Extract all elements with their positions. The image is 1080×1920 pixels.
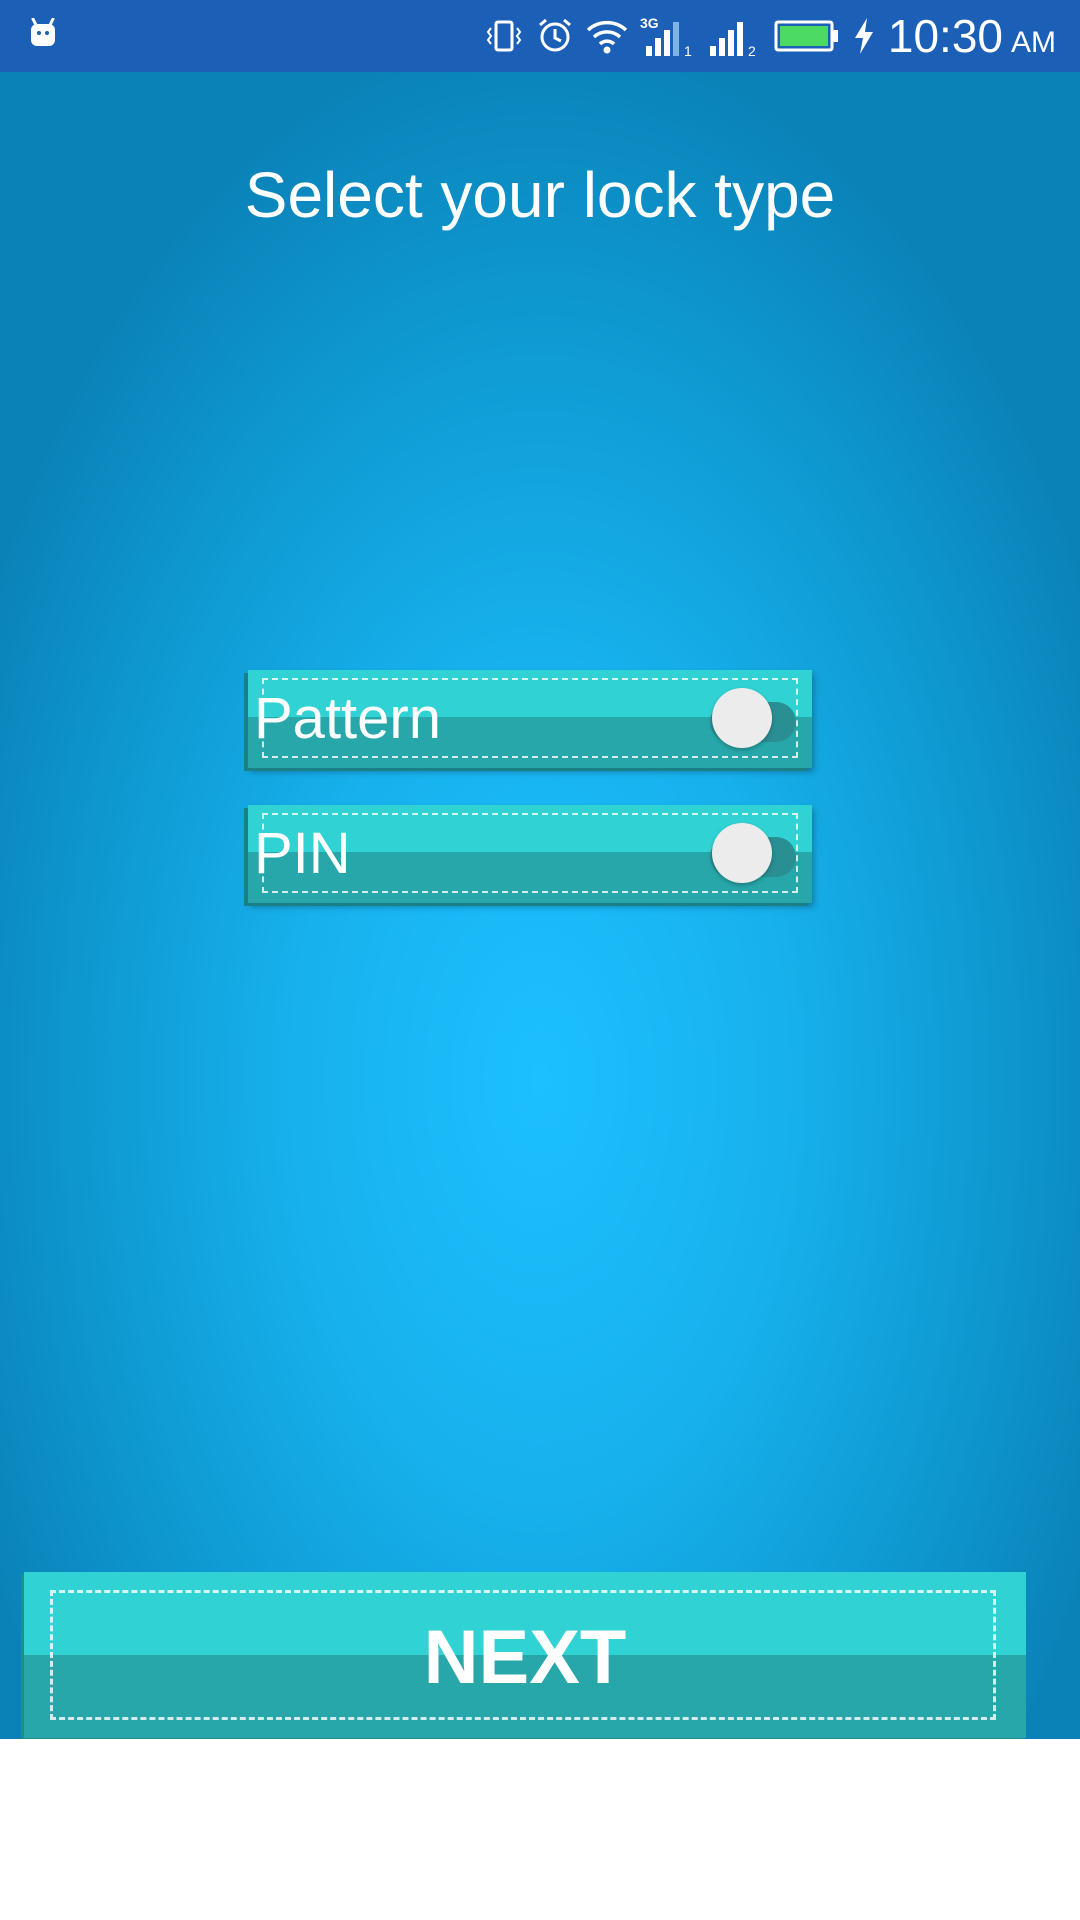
network-type-label: 3G <box>640 15 659 31</box>
status-icons: 3G 1 2 10:30 AM <box>484 10 1056 62</box>
alarm-icon <box>538 18 571 52</box>
battery-icon <box>774 20 838 52</box>
option-pin[interactable]: PIN <box>248 805 812 903</box>
vibrate-icon <box>486 20 522 52</box>
android-icon <box>31 18 55 46</box>
option-pattern[interactable]: Pattern <box>248 670 812 768</box>
option-pattern-label: Pattern <box>254 686 441 751</box>
clock-time: 10:30 <box>887 10 1003 62</box>
sim1-label: 1 <box>684 43 692 58</box>
pin-toggle-thumb[interactable] <box>712 823 772 883</box>
next-button[interactable]: NEXT <box>24 1572 1026 1738</box>
clock-ampm: AM <box>1011 26 1056 59</box>
page-title: Select your lock type <box>244 159 836 231</box>
next-button-label: NEXT <box>423 1615 627 1700</box>
clock: 10:30 AM <box>888 9 1056 63</box>
wifi-icon <box>586 20 628 54</box>
lock-type-screen: 3G 1 2 10:30 AM Select your lock type Pa… <box>0 0 1080 1739</box>
status-bar: 3G 1 2 10:30 AM <box>0 0 1080 72</box>
option-pin-label: PIN <box>254 821 351 886</box>
signal-3g-icon: 3G 1 <box>640 15 692 58</box>
sim2-label: 2 <box>748 43 756 58</box>
bottom-blank-area <box>4 1739 1080 1920</box>
charging-icon <box>854 18 873 54</box>
pattern-toggle-thumb[interactable] <box>712 688 772 748</box>
signal-icon: 2 <box>709 22 756 58</box>
